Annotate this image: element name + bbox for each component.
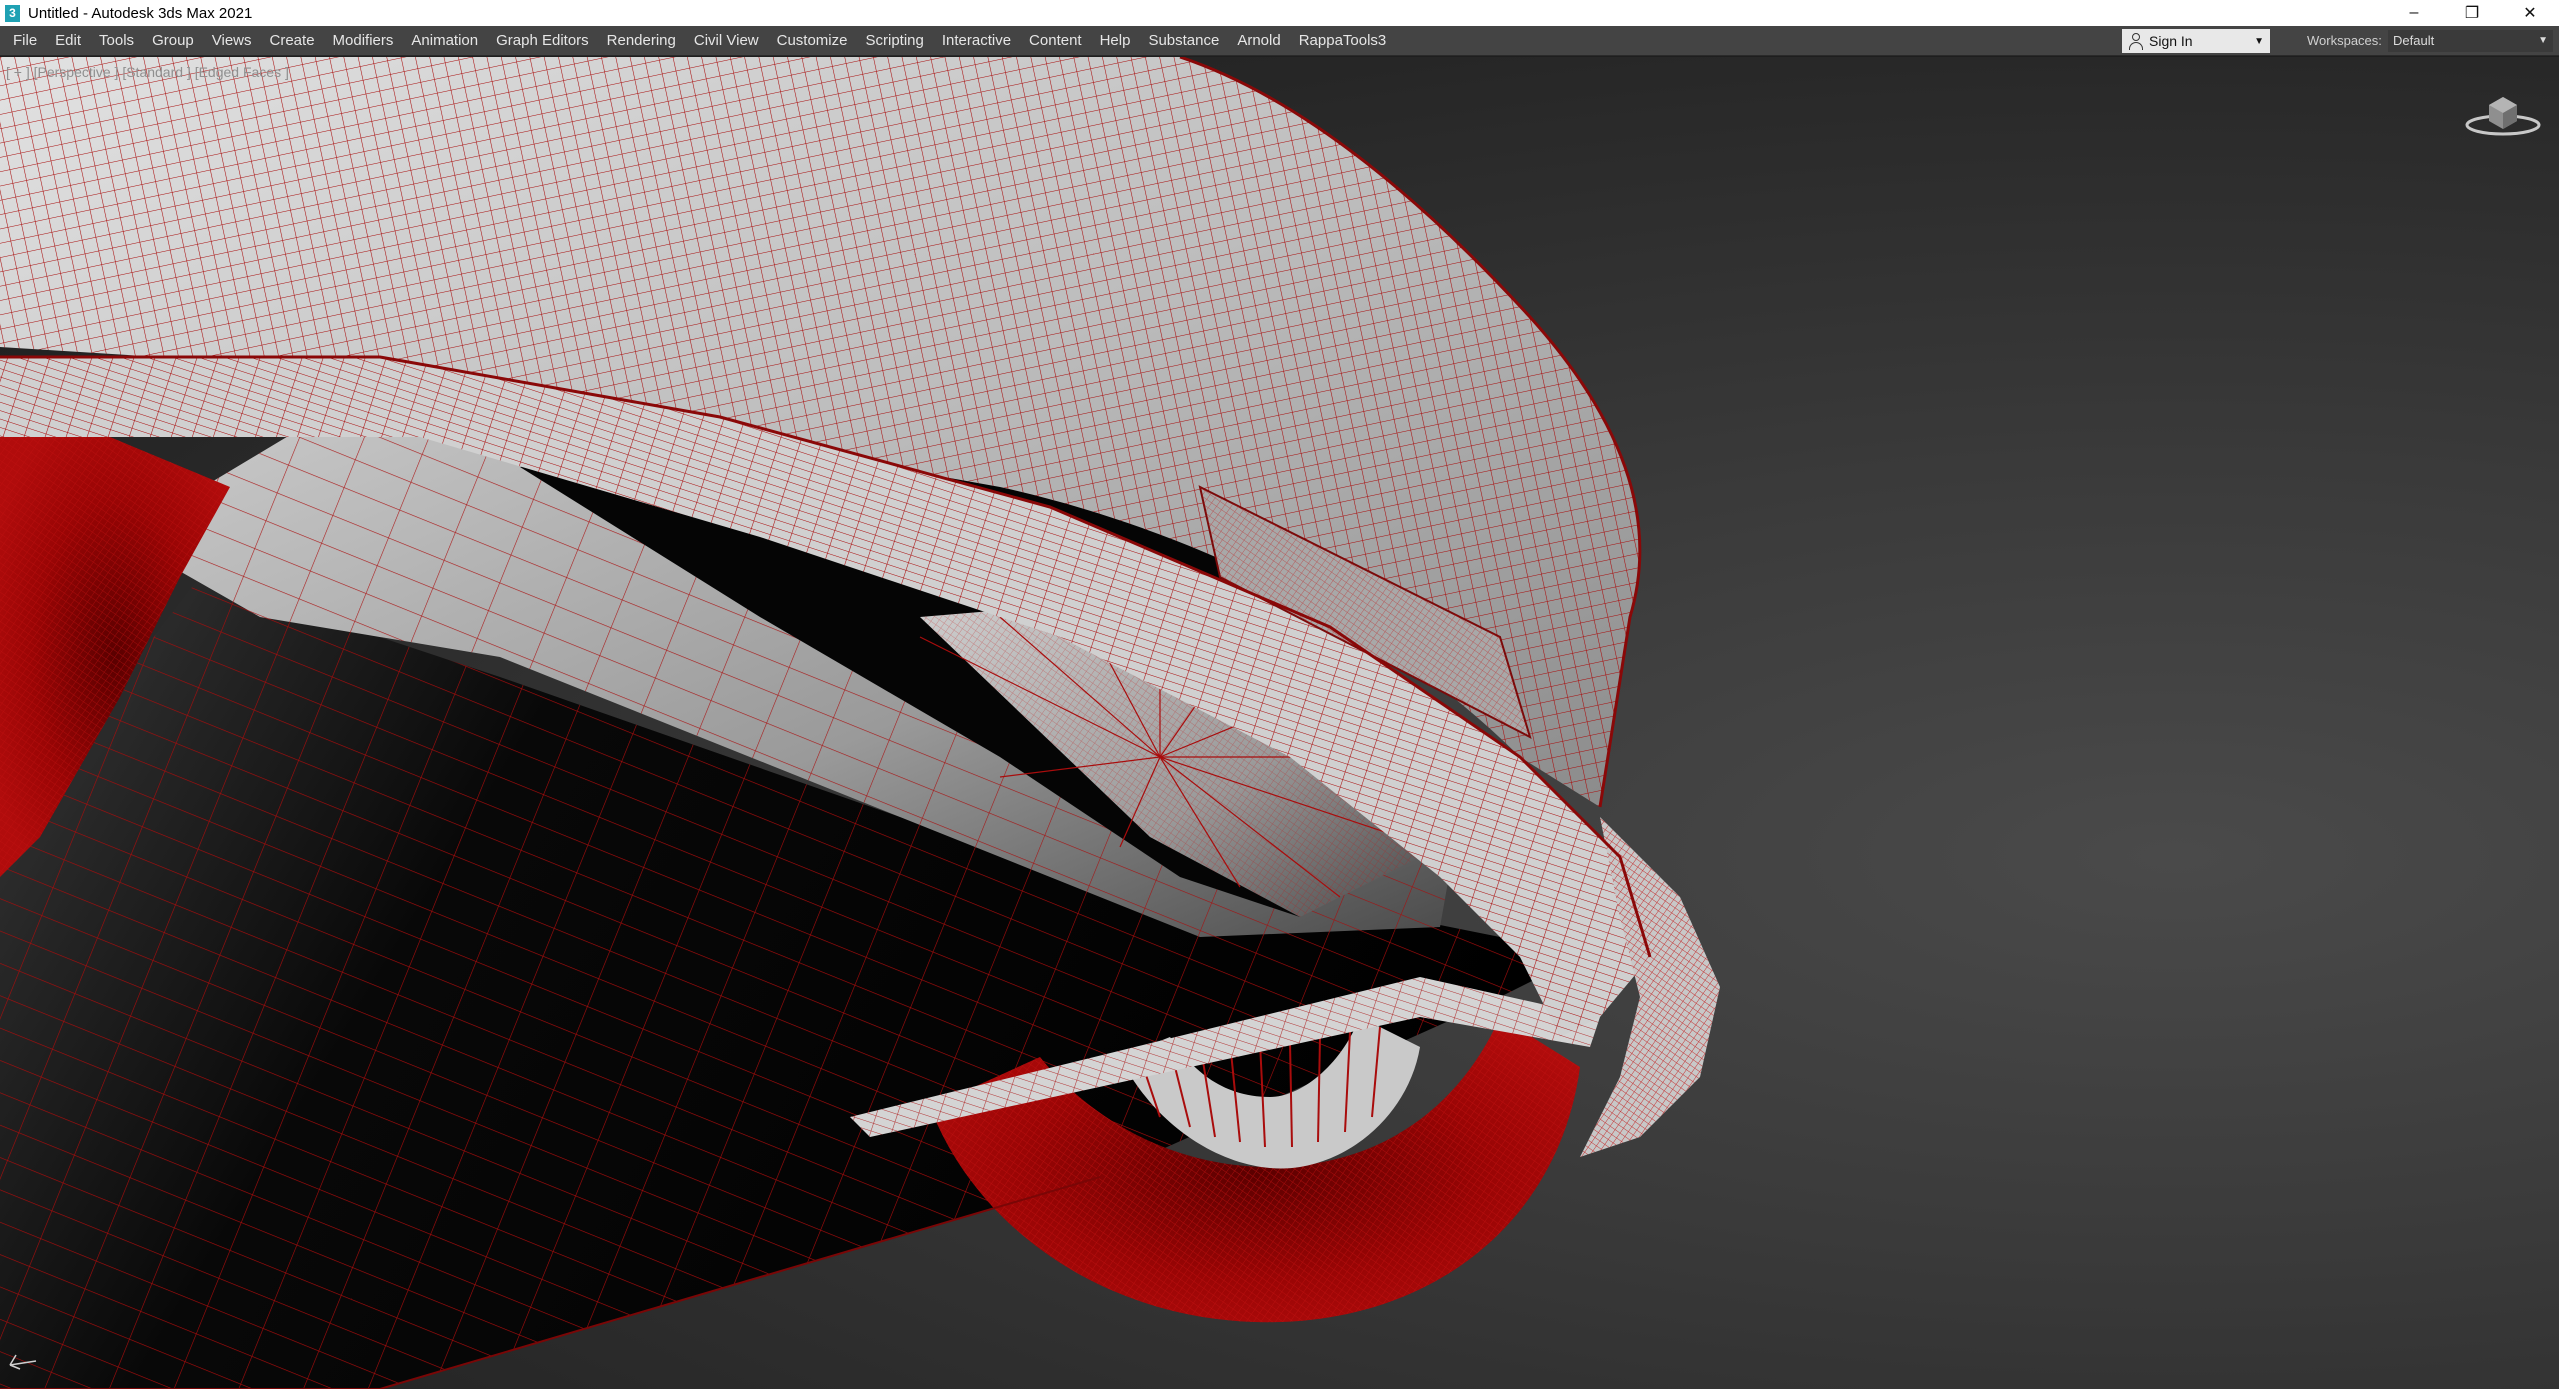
menu-item-views[interactable]: Views: [203, 26, 261, 56]
menu-item-modifiers[interactable]: Modifiers: [324, 26, 403, 56]
menu-item-file[interactable]: File: [4, 26, 46, 56]
menu-bar: File Edit Tools Group Views Create Modifiers An…: [0, 26, 2559, 56]
menu-item-edit[interactable]: Edit: [46, 26, 90, 56]
main-menu: File Edit Tools Group Views Create Modifiers An…: [0, 26, 1395, 56]
menu-item-animation[interactable]: Animation: [402, 26, 487, 56]
menu-item-rappatools3[interactable]: RappaTools3: [1290, 26, 1396, 56]
3dsmax-app-icon: 3: [5, 4, 20, 22]
chevron-down-icon: ▼: [2538, 35, 2548, 46]
menu-item-create[interactable]: Create: [261, 26, 324, 56]
axis-tripod-icon: [9, 1354, 37, 1370]
menu-item-customize[interactable]: Customize: [768, 26, 857, 56]
chevron-down-icon: ▼: [2254, 35, 2264, 47]
menu-item-tools[interactable]: Tools: [90, 26, 143, 56]
viewport-label-menu[interactable]: [ + ] [Perspective ] [Standard ] [Edged …: [6, 64, 289, 80]
close-button[interactable]: ✕: [2501, 0, 2559, 26]
menu-item-scripting[interactable]: Scripting: [856, 26, 932, 56]
window-controls: – ❐ ✕: [2385, 0, 2559, 26]
menu-item-help[interactable]: Help: [1091, 26, 1140, 56]
restore-button[interactable]: ❐: [2443, 0, 2501, 26]
menu-item-interactive[interactable]: Interactive: [933, 26, 1020, 56]
workspaces-dropdown[interactable]: Default ▼: [2388, 30, 2553, 52]
perspective-viewport[interactable]: [ + ] [Perspective ] [Standard ] [Edged …: [0, 57, 2559, 1389]
wireframe-model: [0, 57, 1720, 1389]
window-title: Untitled - Autodesk 3ds Max 2021: [28, 4, 253, 22]
menu-item-arnold[interactable]: Arnold: [1228, 26, 1289, 56]
sign-in-label: Sign In: [2149, 33, 2193, 49]
workspaces-label: Workspaces:: [2307, 33, 2382, 48]
menu-item-civil-view[interactable]: Civil View: [685, 26, 768, 56]
menu-item-rendering[interactable]: Rendering: [598, 26, 685, 56]
menu-item-content[interactable]: Content: [1020, 26, 1091, 56]
menu-item-group[interactable]: Group: [143, 26, 203, 56]
menu-item-substance[interactable]: Substance: [1139, 26, 1228, 56]
sign-in-dropdown[interactable]: Sign In ▼: [2122, 29, 2270, 53]
minimize-button[interactable]: –: [2385, 0, 2443, 26]
title-bar: 3 Untitled - Autodesk 3ds Max 2021 – ❐ ✕: [0, 0, 2559, 26]
user-icon: [2127, 32, 2145, 50]
workspaces-value: Default: [2393, 33, 2435, 48]
viewcube-icon[interactable]: [2463, 85, 2543, 145]
menu-item-graph-editors[interactable]: Graph Editors: [487, 26, 598, 56]
